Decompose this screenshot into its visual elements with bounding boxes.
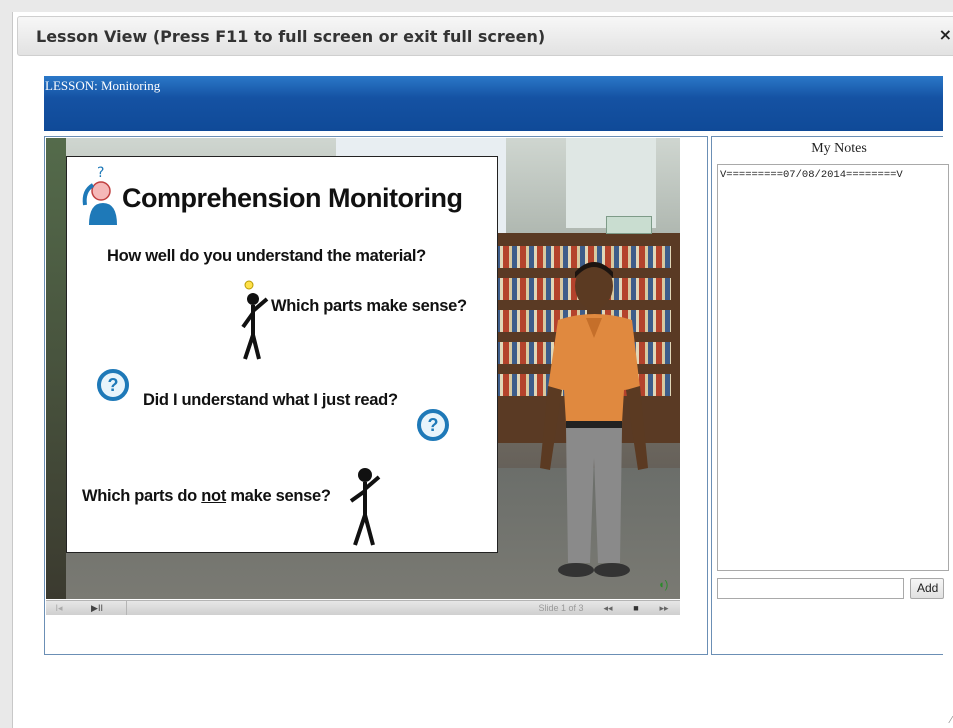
lesson-player: ? Comprehension Monitoring How well do y… — [44, 136, 708, 655]
player-controls: I◂ ▶II Slide 1 of 3 ◂◂ ■ ▸▸ — [46, 600, 680, 615]
background-window — [566, 138, 656, 228]
stick-figure-confused-icon — [349, 468, 381, 546]
presenter-character — [540, 262, 648, 577]
notes-title: My Notes — [811, 141, 867, 156]
forward-button[interactable]: ▸▸ — [654, 602, 674, 614]
play-pause-button[interactable]: ▶II — [86, 602, 108, 614]
notes-textarea[interactable]: V=========07/08/2014========V — [717, 164, 949, 571]
lesson-dialog: Lesson View (Press F11 to full screen or… — [12, 12, 953, 728]
fiction-sign — [606, 216, 652, 234]
stop-button[interactable]: ■ — [626, 602, 646, 614]
resize-handle-icon[interactable]: ⁄ — [950, 715, 952, 726]
slide-stage[interactable]: ? Comprehension Monitoring How well do y… — [46, 138, 680, 599]
slide-question-4-suffix: make sense? — [226, 487, 331, 505]
slide-question-1: How well do you understand the material? — [107, 247, 426, 265]
background-plant — [46, 138, 66, 599]
rewind-button[interactable]: ◂◂ — [598, 602, 618, 614]
speaker-icon[interactable]: ◖) — [658, 579, 668, 591]
stick-figure-idea-icon — [241, 280, 269, 360]
slide-question-4-emphasis: not — [201, 487, 227, 505]
thinking-person-icon: ? — [82, 165, 117, 225]
slide-question-3: Did I understand what I just read? — [143, 391, 398, 409]
slide-title: Comprehension Monitoring — [122, 183, 463, 213]
question-mark-icon: ? — [97, 369, 129, 401]
slide-question-4-prefix: Which parts do — [82, 487, 202, 505]
close-icon[interactable]: × — [939, 25, 952, 44]
lesson-slide: ? Comprehension Monitoring How well do y… — [66, 156, 498, 553]
controls-divider — [126, 601, 127, 615]
dialog-title: Lesson View (Press F11 to full screen or… — [36, 27, 546, 46]
question-mark-icon: ? — [417, 409, 449, 441]
lesson-header: LESSON: Monitoring — [44, 76, 943, 131]
note-input[interactable] — [717, 578, 904, 599]
previous-button[interactable]: I◂ — [52, 602, 66, 614]
slide-question-2: Which parts make sense? — [271, 297, 467, 315]
slide-question-4: Which parts do not make sense? — [82, 487, 331, 506]
svg-text:?: ? — [97, 165, 104, 181]
slide-counter: Slide 1 of 3 — [538, 603, 584, 613]
dialog-titlebar[interactable]: Lesson View (Press F11 to full screen or… — [17, 16, 953, 56]
add-note-button[interactable]: Add — [910, 578, 944, 599]
notes-panel: My Notes V=========07/08/2014========V A… — [711, 136, 949, 655]
lesson-header-label: LESSON: Monitoring — [45, 78, 161, 93]
